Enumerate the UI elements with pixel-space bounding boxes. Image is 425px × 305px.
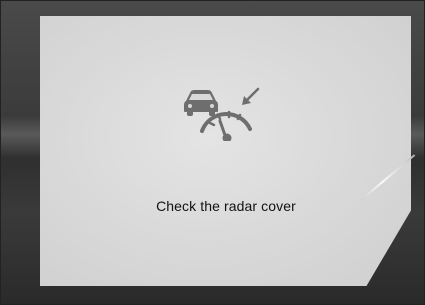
dashboard-display-frame: Check the radar cover [0, 0, 425, 305]
radar-sensor-warning-icon [184, 87, 260, 141]
instrument-cluster-screen [40, 16, 411, 286]
